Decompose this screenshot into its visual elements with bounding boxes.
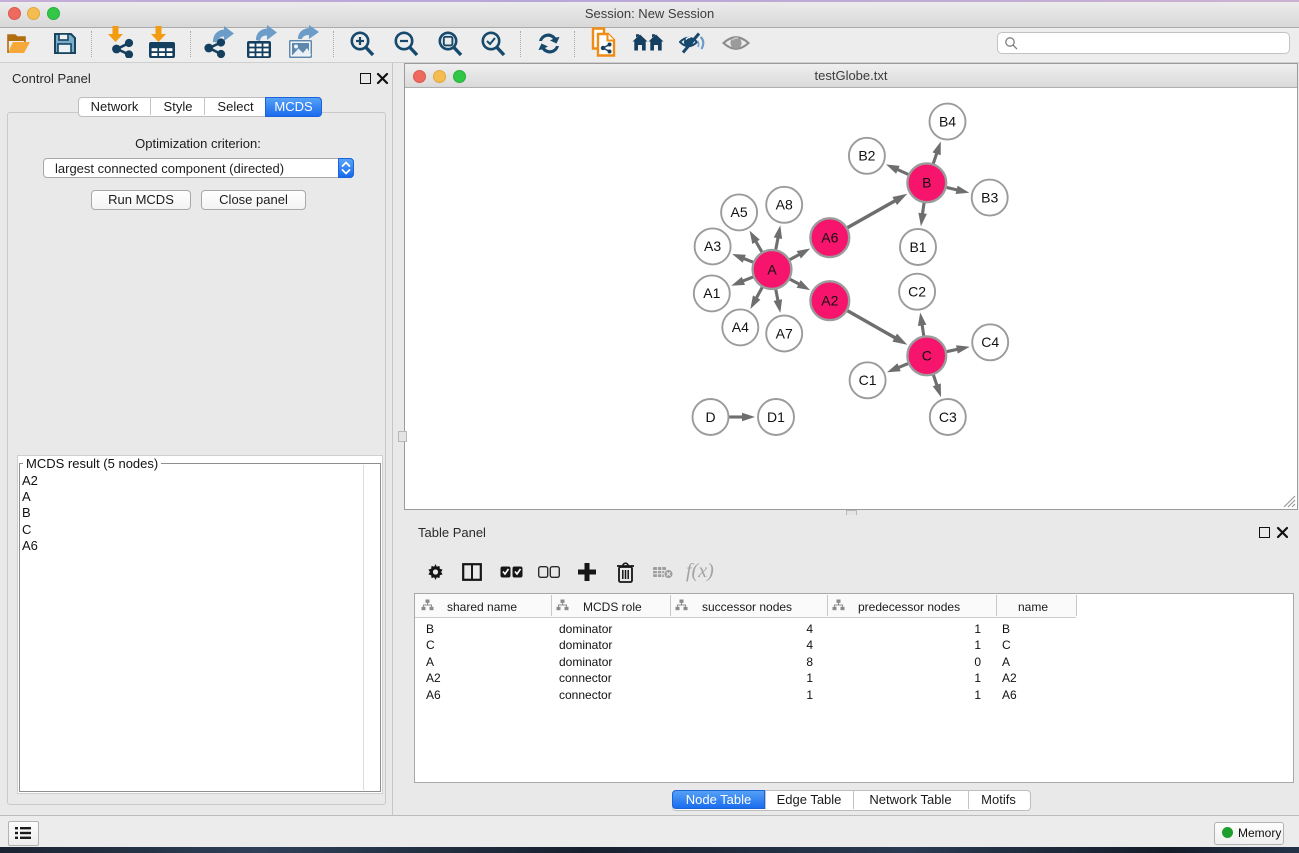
svg-text:B: B <box>922 175 931 191</box>
svg-text:A3: A3 <box>704 238 721 254</box>
svg-text:C2: C2 <box>908 284 926 300</box>
svg-text:A6: A6 <box>821 230 838 246</box>
svg-text:C: C <box>922 348 932 364</box>
svg-text:B1: B1 <box>909 239 926 255</box>
svg-text:B3: B3 <box>981 189 998 205</box>
svg-text:A1: A1 <box>703 285 720 301</box>
svg-text:A8: A8 <box>776 197 793 213</box>
svg-text:A: A <box>767 261 777 277</box>
svg-text:C3: C3 <box>939 409 957 425</box>
svg-text:D1: D1 <box>767 409 785 425</box>
svg-text:B2: B2 <box>858 148 875 164</box>
svg-text:A5: A5 <box>731 204 748 220</box>
svg-text:A4: A4 <box>732 319 749 335</box>
svg-text:C1: C1 <box>859 372 877 388</box>
svg-text:A2: A2 <box>821 293 838 309</box>
svg-text:D: D <box>705 409 715 425</box>
svg-text:A7: A7 <box>776 325 793 341</box>
svg-text:C4: C4 <box>981 334 999 350</box>
svg-text:B4: B4 <box>939 113 956 129</box>
